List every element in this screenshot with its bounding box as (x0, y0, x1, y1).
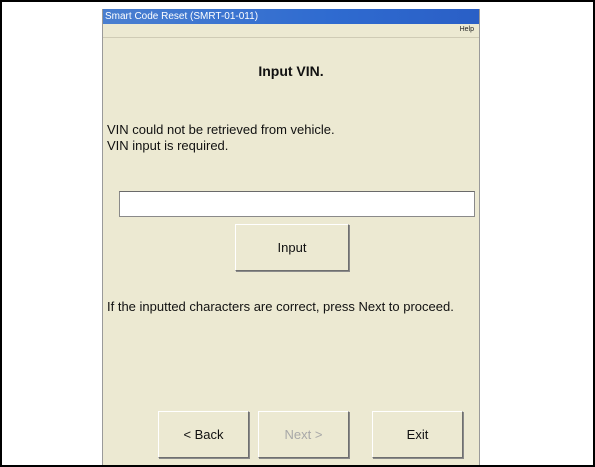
next-button[interactable]: Next > (258, 411, 349, 458)
message-line-1: VIN could not be retrieved from vehicle. (107, 122, 335, 137)
window-title: Smart Code Reset (SMRT-01-011) (103, 9, 479, 24)
back-button[interactable]: < Back (158, 411, 249, 458)
app-window: Smart Code Reset (SMRT-01-011) Help Inpu… (102, 9, 480, 465)
vin-input[interactable] (119, 191, 475, 217)
instruction-text: If the inputted characters are correct, … (107, 299, 454, 314)
message-line-2: VIN input is required. (107, 138, 229, 153)
exit-button[interactable]: Exit (372, 411, 463, 458)
menu-bar: Help (103, 24, 479, 38)
page-title: Input VIN. (258, 63, 324, 79)
input-button[interactable]: Input (235, 224, 349, 271)
help-menu[interactable]: Help (460, 26, 474, 33)
